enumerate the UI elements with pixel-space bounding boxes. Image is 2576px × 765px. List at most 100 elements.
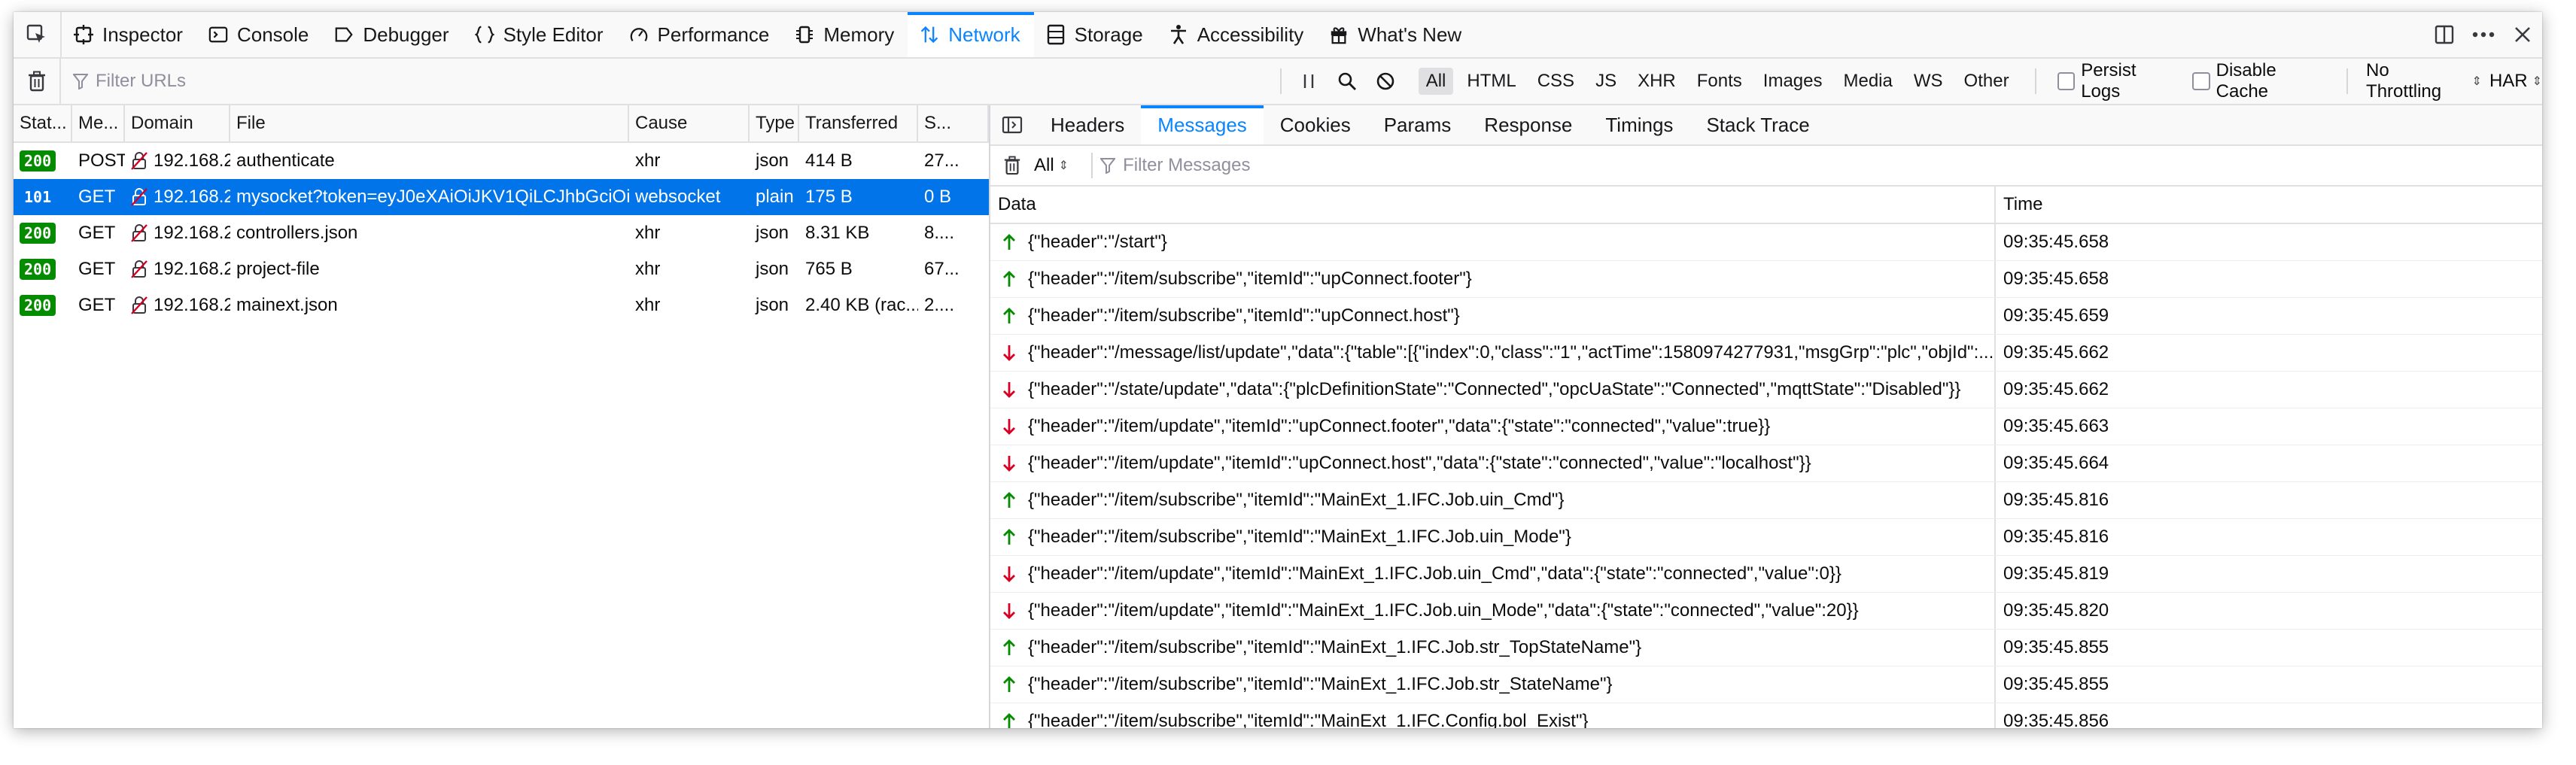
filter-type-other[interactable]: Other bbox=[1957, 68, 2017, 95]
network-main: Stat... Me... Domain File Cause Type Transferr… bbox=[14, 105, 2542, 728]
column-header[interactable]: S... bbox=[918, 105, 989, 141]
search-button[interactable] bbox=[1328, 59, 1366, 104]
pause-recording-button[interactable] bbox=[1289, 59, 1328, 104]
persist-logs-checkbox[interactable]: Persist Logs bbox=[2057, 60, 2179, 102]
column-header[interactable]: Domain bbox=[125, 105, 230, 141]
message-row[interactable]: {"header":"/item/subscribe","itemId":"up… bbox=[990, 298, 2542, 335]
cell-size: 8.... bbox=[924, 223, 955, 243]
dock-button[interactable] bbox=[2425, 12, 2464, 57]
message-time: 09:35:45.819 bbox=[2003, 563, 2109, 584]
message-row[interactable]: {"header":"/item/update","itemId":"upCon… bbox=[990, 408, 2542, 445]
tab-accessibility[interactable]: Accessibility bbox=[1157, 12, 1318, 57]
filter-type-media[interactable]: Media bbox=[1835, 68, 1899, 95]
tab-network[interactable]: Network bbox=[908, 12, 1034, 57]
tab-debugger[interactable]: Debugger bbox=[322, 12, 462, 57]
funnel-icon bbox=[73, 74, 89, 90]
tab-inspector[interactable]: Inspector bbox=[62, 12, 196, 57]
message-row[interactable]: {"header":"/item/update","itemId":"MainE… bbox=[990, 593, 2542, 630]
tab-messages[interactable]: Messages bbox=[1141, 105, 1264, 144]
column-header[interactable]: Cause bbox=[629, 105, 750, 141]
insecure-connection-icon bbox=[131, 224, 148, 242]
filter-type-ws[interactable]: WS bbox=[1906, 68, 1951, 95]
column-header[interactable]: Transferred bbox=[799, 105, 918, 141]
requests-panel: Stat... Me... Domain File Cause Type Transferr… bbox=[14, 105, 990, 728]
cell-transferred: 2.40 KB (rac... bbox=[805, 295, 918, 315]
tab-params[interactable]: Params bbox=[1367, 105, 1468, 144]
tab-console[interactable]: Console bbox=[196, 12, 322, 57]
message-data-cell: {"header":"/item/subscribe","itemId":"Ma… bbox=[990, 630, 1996, 666]
cell-method: POST bbox=[78, 150, 125, 171]
toolbar-divider bbox=[2346, 68, 2349, 94]
gift-icon bbox=[1329, 25, 1349, 44]
message-row[interactable]: {"header":"/message/list/update","data":… bbox=[990, 335, 2542, 372]
filter-type-html[interactable]: HTML bbox=[1459, 68, 1523, 95]
cell-file: authenticate bbox=[236, 150, 335, 171]
messages-header: Data Time bbox=[990, 187, 2542, 224]
column-header[interactable]: Me... bbox=[72, 105, 125, 141]
toolbox-bar: Inspector Console Debugger Style Editor Perf… bbox=[14, 12, 2542, 59]
message-data-cell: {"header":"/item/subscribe","itemId":"up… bbox=[990, 298, 1996, 334]
clear-messages-button[interactable] bbox=[990, 156, 1034, 175]
tab-memory[interactable]: Memory bbox=[783, 12, 908, 57]
disable-cache-checkbox[interactable]: Disable Cache bbox=[2191, 60, 2331, 102]
status-badge: 200 bbox=[20, 295, 56, 316]
tab-storage[interactable]: Storage bbox=[1034, 12, 1157, 57]
tab-label: Accessibility bbox=[1197, 23, 1304, 46]
filter-type-fonts[interactable]: Fonts bbox=[1689, 68, 1750, 95]
filter-type-all[interactable]: All bbox=[1418, 68, 1454, 95]
element-picker-button[interactable] bbox=[14, 12, 62, 57]
filter-messages-input[interactable]: Filter Messages bbox=[1100, 155, 1250, 176]
tab-stack-trace[interactable]: Stack Trace bbox=[1689, 105, 1826, 144]
filter-type-images[interactable]: Images bbox=[1756, 68, 1830, 95]
filter-type-js[interactable]: JS bbox=[1588, 68, 1624, 95]
request-row[interactable]: 200 GET 192.168.2... controllers.json xhr jso… bbox=[14, 215, 989, 251]
message-row[interactable]: {"header":"/item/update","itemId":"MainE… bbox=[990, 556, 2542, 593]
toggle-sidepanel-button[interactable] bbox=[990, 105, 1034, 144]
message-row[interactable]: {"header":"/item/subscribe","itemId":"Ma… bbox=[990, 482, 2542, 519]
updown-icon: ⇕ bbox=[1058, 159, 1069, 172]
message-row[interactable]: {"header":"/item/subscribe","itemId":"up… bbox=[990, 261, 2542, 298]
tab-response[interactable]: Response bbox=[1467, 105, 1589, 144]
tab-headers[interactable]: Headers bbox=[1034, 105, 1141, 144]
har-menu-button[interactable]: HAR ⇕ bbox=[2489, 71, 2542, 92]
tab-style-editor[interactable]: Style Editor bbox=[463, 12, 617, 57]
message-row[interactable]: {"header":"/start"} 09:35:45.658 bbox=[990, 224, 2542, 261]
filter-type-xhr[interactable]: XHR bbox=[1630, 68, 1683, 95]
debugger-icon bbox=[334, 25, 354, 44]
tab-performance[interactable]: Performance bbox=[617, 12, 783, 57]
tab-cookies[interactable]: Cookies bbox=[1264, 105, 1367, 144]
tab-timings[interactable]: Timings bbox=[1589, 105, 1689, 144]
filter-type-css[interactable]: CSS bbox=[1530, 68, 1582, 95]
column-data[interactable]: Data bbox=[990, 187, 1996, 223]
more-options-button[interactable] bbox=[2464, 12, 2503, 57]
column-header[interactable]: Type bbox=[750, 105, 799, 141]
throttling-select[interactable]: No Throttling ⇕ bbox=[2366, 60, 2482, 102]
clear-requests-button[interactable] bbox=[14, 59, 62, 104]
status-badge: 200 bbox=[20, 150, 56, 172]
status-badge: 200 bbox=[20, 259, 56, 280]
cell-cause: xhr bbox=[635, 259, 661, 279]
message-row[interactable]: {"header":"/item/subscribe","itemId":"Ma… bbox=[990, 666, 2542, 703]
message-row[interactable]: {"header":"/item/subscribe","itemId":"Ma… bbox=[990, 703, 2542, 728]
column-header[interactable]: Stat... bbox=[14, 105, 72, 141]
block-urls-button[interactable] bbox=[1367, 59, 1405, 104]
arrow-down-icon bbox=[999, 454, 1019, 472]
message-row[interactable]: {"header":"/item/subscribe","itemId":"Ma… bbox=[990, 630, 2542, 666]
request-row[interactable]: 200 POST 192.168.2... authenticate xhr json 41… bbox=[14, 143, 989, 179]
message-text: {"header":"/item/subscribe","itemId":"Ma… bbox=[1028, 674, 1613, 694]
close-devtools-button[interactable] bbox=[2503, 12, 2542, 57]
message-row[interactable]: {"header":"/state/update","data":{"plcDe… bbox=[990, 372, 2542, 408]
arrow-up-icon bbox=[999, 233, 1019, 251]
trash-icon bbox=[1004, 156, 1020, 175]
request-row[interactable]: 200 GET 192.168.2... mainext.json xhr json 2.4… bbox=[14, 287, 989, 323]
column-header[interactable]: File bbox=[230, 105, 629, 141]
message-row[interactable]: {"header":"/item/update","itemId":"upCon… bbox=[990, 445, 2542, 482]
column-time[interactable]: Time bbox=[1996, 187, 2042, 223]
message-type-select[interactable]: All ⇕ bbox=[1034, 155, 1069, 176]
request-row[interactable]: 101 GET 192.168.2... mysocket?token=eyJ0eXA… bbox=[14, 179, 989, 215]
message-data-cell: {"header":"/item/update","itemId":"MainE… bbox=[990, 593, 1996, 629]
filter-urls-input[interactable]: Filter URLs bbox=[61, 71, 1273, 92]
tab-what-s-new[interactable]: What's New bbox=[1317, 12, 1475, 57]
request-row[interactable]: 200 GET 192.168.2... project-file xhr json 765… bbox=[14, 251, 989, 287]
message-row[interactable]: {"header":"/item/subscribe","itemId":"Ma… bbox=[990, 519, 2542, 556]
